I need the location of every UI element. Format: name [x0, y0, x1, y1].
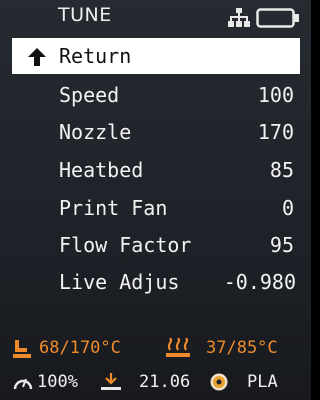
- menu-item-label: Flow Factor: [59, 233, 192, 257]
- print-status: 100% 21.06 PLA: [0, 367, 311, 397]
- menu-item-label: Return: [59, 44, 132, 68]
- nozzle-icon: [13, 340, 31, 358]
- speed-value: 100%: [37, 372, 78, 392]
- menu-item-label: Heatbed: [59, 158, 144, 182]
- header: TUNE: [0, 0, 311, 34]
- menu-item-value: 85: [269, 158, 294, 182]
- menu-item-return[interactable]: Return: [12, 38, 300, 74]
- nozzle-temp: 68/170°C: [39, 338, 121, 358]
- menu-item-speed[interactable]: Speed 100: [12, 77, 300, 113]
- back-arrow-icon: [28, 48, 46, 66]
- bed-temp: 37/85°C: [206, 338, 278, 358]
- menu-item-label: Live Adjus: [59, 270, 180, 294]
- filament-spool-icon: [210, 373, 228, 391]
- menu-item-label: Nozzle: [59, 120, 132, 144]
- filament-type: PLA: [247, 372, 278, 392]
- z-height-icon: [101, 373, 121, 390]
- menu-item-value: 0: [281, 196, 294, 220]
- menu-item-value: 95: [269, 233, 294, 257]
- z-height-value: 21.06: [139, 372, 191, 392]
- page-title: TUNE: [58, 4, 112, 26]
- menu-item-value: -0.980: [223, 270, 296, 294]
- menu-item-print-fan[interactable]: Print Fan 0: [12, 190, 300, 226]
- heatbed-icon: [166, 338, 190, 357]
- menu-item-label: Speed: [59, 83, 120, 107]
- menu-item-nozzle[interactable]: Nozzle 170: [12, 114, 300, 150]
- menu-item-flow-factor[interactable]: Flow Factor 95: [12, 227, 300, 263]
- menu-item-heatbed[interactable]: Heatbed 85: [12, 152, 300, 188]
- temperature-status: 68/170°C 37/85°C: [0, 333, 311, 363]
- network-icon: [228, 8, 250, 27]
- sd-card-icon: [256, 8, 299, 28]
- menu-item-label: Print Fan: [59, 196, 168, 220]
- menu-item-value: 100: [257, 83, 294, 107]
- menu-item-value: 170: [257, 120, 294, 144]
- printer-screen: TUNE Return Speed 100 Nozzle 170 Heatbed…: [0, 0, 311, 400]
- menu-item-live-adjust[interactable]: Live Adjus -0.980: [12, 264, 300, 300]
- speed-gauge-icon: [13, 378, 33, 390]
